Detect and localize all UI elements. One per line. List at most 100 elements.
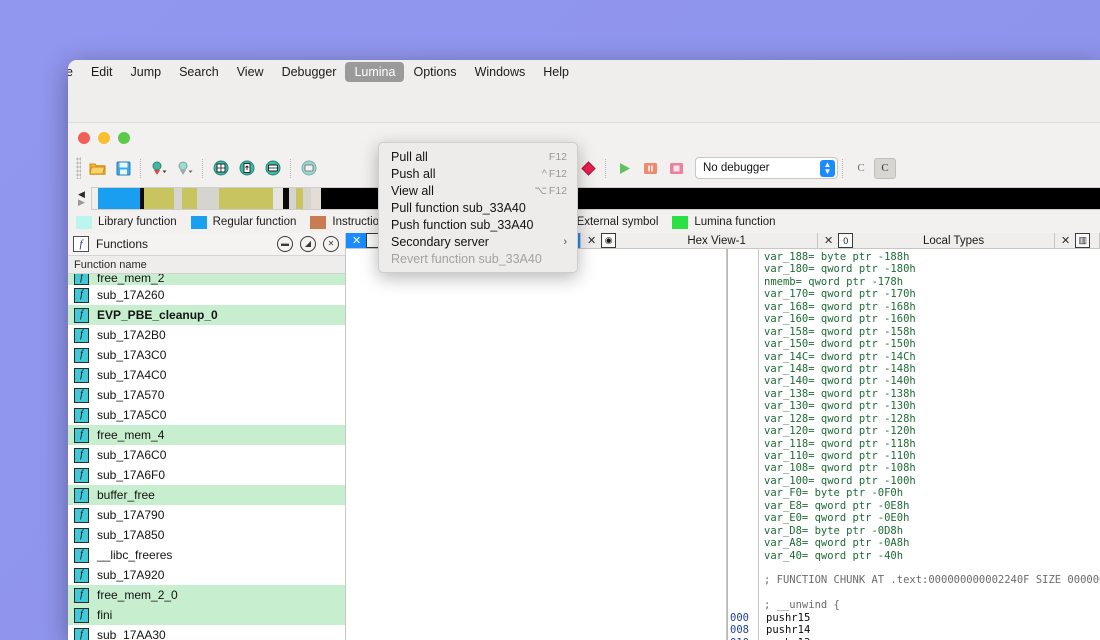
- legend-item-library-function: Library function: [76, 215, 177, 229]
- disassembly-lines: var_188= byte ptr -188h var_180= qword pt…: [728, 249, 1100, 640]
- debugger-select-value: No debugger: [703, 162, 770, 174]
- back-nav-icon[interactable]: [146, 156, 172, 180]
- function-list-item[interactable]: f sub_17A3C0: [68, 345, 345, 365]
- open-folder-icon[interactable]: [84, 156, 110, 180]
- menu-item-help[interactable]: Help: [534, 62, 578, 82]
- menu-item-lumina[interactable]: Lumina: [345, 61, 405, 82]
- disassembly-line: var_118= qword ptr -118h: [728, 438, 1100, 450]
- lumina-menu-item-shortcut: ⌥ F12: [534, 185, 567, 197]
- function-list-item[interactable]: f sub_17A850: [68, 525, 345, 545]
- minimize-panel-icon[interactable]: ▬: [277, 236, 293, 252]
- stop-icon[interactable]: [663, 156, 689, 180]
- menu-item-jump[interactable]: Jump: [122, 62, 171, 82]
- function-list-item[interactable]: f sub_17A6F0: [68, 465, 345, 485]
- close-tab-icon[interactable]: ✕: [1061, 234, 1070, 247]
- export-icon[interactable]: [296, 156, 322, 180]
- function-list-item[interactable]: f __libc_freeres: [68, 545, 345, 565]
- disassembly-line: var_158= qword ptr -158h: [728, 326, 1100, 338]
- graph-icon[interactable]: [208, 156, 234, 180]
- function-list-item[interactable]: f buffer_free: [68, 485, 345, 505]
- disassembly-line: 000 pushr15: [728, 611, 1100, 625]
- forward-nav-icon[interactable]: [172, 156, 198, 180]
- function-list-item[interactable]: f sub_17A6C0: [68, 445, 345, 465]
- close-panel-icon[interactable]: ✕: [323, 236, 339, 252]
- tab-hex-view-1[interactable]: ✕ ◉ Hex View-1: [581, 233, 818, 248]
- line-gutter: [728, 587, 758, 599]
- function-list-item[interactable]: f sub_17A4C0: [68, 365, 345, 385]
- pause-icon[interactable]: [637, 156, 663, 180]
- function-list-item[interactable]: f sub_17A790: [68, 505, 345, 525]
- function-list-item[interactable]: f fini: [68, 605, 345, 625]
- line-comment: ; __unwind {: [764, 599, 840, 612]
- toolbar-grip[interactable]: [76, 157, 81, 179]
- navband-segment: [302, 187, 311, 209]
- lumina-menu-item-3[interactable]: Pull function sub_33A40: [379, 199, 577, 216]
- line-gutter: [728, 301, 758, 313]
- legend-label: Library function: [98, 216, 177, 228]
- disassembly-line: var_E0= qword ptr -0E0h: [728, 512, 1100, 524]
- c-source-icon[interactable]: C: [851, 159, 871, 178]
- stop-marker-icon[interactable]: [575, 156, 601, 180]
- close-tab-icon[interactable]: ✕: [352, 234, 361, 247]
- menu-item-search[interactable]: Search: [170, 62, 228, 82]
- detach-panel-icon[interactable]: ◢: [300, 236, 316, 252]
- function-list-item[interactable]: f free_mem_4: [68, 425, 345, 445]
- function-list-item[interactable]: f sub_17AA30: [68, 625, 345, 640]
- menu-item-windows[interactable]: Windows: [466, 62, 535, 82]
- functions-panel-header: f Functions ▬ ◢ ✕: [68, 233, 345, 256]
- navband-strip[interactable]: [90, 186, 1100, 210]
- function-name-label: sub_17A4C0: [97, 368, 167, 382]
- navband-segment: [181, 187, 198, 209]
- function-icon: f: [74, 387, 89, 403]
- functions-column-header[interactable]: Function name: [68, 256, 345, 274]
- disassembly-pane[interactable]: var_188= byte ptr -188h var_180= qword pt…: [727, 249, 1100, 640]
- function-list-item[interactable]: f sub_17A920: [68, 565, 345, 585]
- lumina-menu-item-shortcut: F12: [548, 150, 567, 163]
- lumina-menu-item-1[interactable]: Push all ^ F12: [379, 165, 577, 182]
- menu-item-debugger[interactable]: Debugger: [273, 62, 346, 82]
- functions-list[interactable]: f free_mem_2 f sub_17A260 f EVP_PBE_cleanup_0…: [68, 274, 345, 640]
- lumina-menu-item-0[interactable]: Pull all F12: [379, 148, 577, 165]
- disassembly-line: var_148= qword ptr -148h: [728, 363, 1100, 375]
- c-decompile-icon[interactable]: C: [874, 157, 896, 179]
- function-list-item[interactable]: f sub_17A570: [68, 385, 345, 405]
- line-comment: ; FUNCTION CHUNK AT .text:00000000000224…: [764, 574, 1100, 587]
- hex-view-icon[interactable]: [260, 156, 286, 180]
- lumina-menu-item-4[interactable]: Push function sub_33A40: [379, 216, 577, 233]
- line-gutter: [728, 475, 758, 487]
- ida-view-a-pane[interactable]: [346, 249, 727, 640]
- menu-item-edit[interactable]: Edit: [82, 62, 122, 82]
- tab-local-types[interactable]: ✕ 0 Local Types: [818, 233, 1055, 248]
- line-gutter: [728, 574, 758, 586]
- menu-item-e[interactable]: e: [68, 62, 82, 82]
- functions-panel-title: Functions: [96, 237, 149, 251]
- function-list-item[interactable]: f sub_17A2B0: [68, 325, 345, 345]
- close-tab-icon[interactable]: ✕: [824, 234, 833, 247]
- lumina-menu-item-2[interactable]: View all ⌥ F12: [379, 182, 577, 199]
- navband-segment: [273, 187, 283, 209]
- run-icon[interactable]: [611, 156, 637, 180]
- menu-item-view[interactable]: View: [228, 62, 273, 82]
- function-icon: f: [74, 587, 89, 603]
- save-icon[interactable]: [110, 156, 136, 180]
- navband-right-arrow-icon[interactable]: ▶: [78, 197, 85, 206]
- function-list-item[interactable]: f free_mem_2: [68, 274, 345, 285]
- minimize-window-button[interactable]: [98, 132, 110, 144]
- lumina-menu-item-5[interactable]: Secondary server ›: [379, 233, 577, 250]
- maximize-window-button[interactable]: [118, 132, 130, 144]
- function-name-label: free_mem_2: [97, 274, 165, 285]
- function-list-item[interactable]: f free_mem_2_0: [68, 585, 345, 605]
- function-icon: f: [74, 327, 89, 343]
- function-list-item[interactable]: f sub_17A5C0: [68, 405, 345, 425]
- text-view-icon[interactable]: [234, 156, 260, 180]
- menu-item-options[interactable]: Options: [404, 62, 465, 82]
- navband-arrows[interactable]: ◀ ▶: [78, 189, 85, 206]
- close-window-button[interactable]: [78, 132, 90, 144]
- function-name-label: sub_17A3C0: [97, 348, 167, 362]
- debugger-select[interactable]: No debugger ▲ ▼: [695, 157, 838, 179]
- function-list-item[interactable]: f sub_17A260: [68, 285, 345, 305]
- function-icon: f: [74, 347, 89, 363]
- function-list-item[interactable]: f EVP_PBE_cleanup_0: [68, 305, 345, 325]
- tab-im[interactable]: ✕ ▥Im: [1055, 233, 1100, 248]
- close-tab-icon[interactable]: ✕: [587, 234, 596, 247]
